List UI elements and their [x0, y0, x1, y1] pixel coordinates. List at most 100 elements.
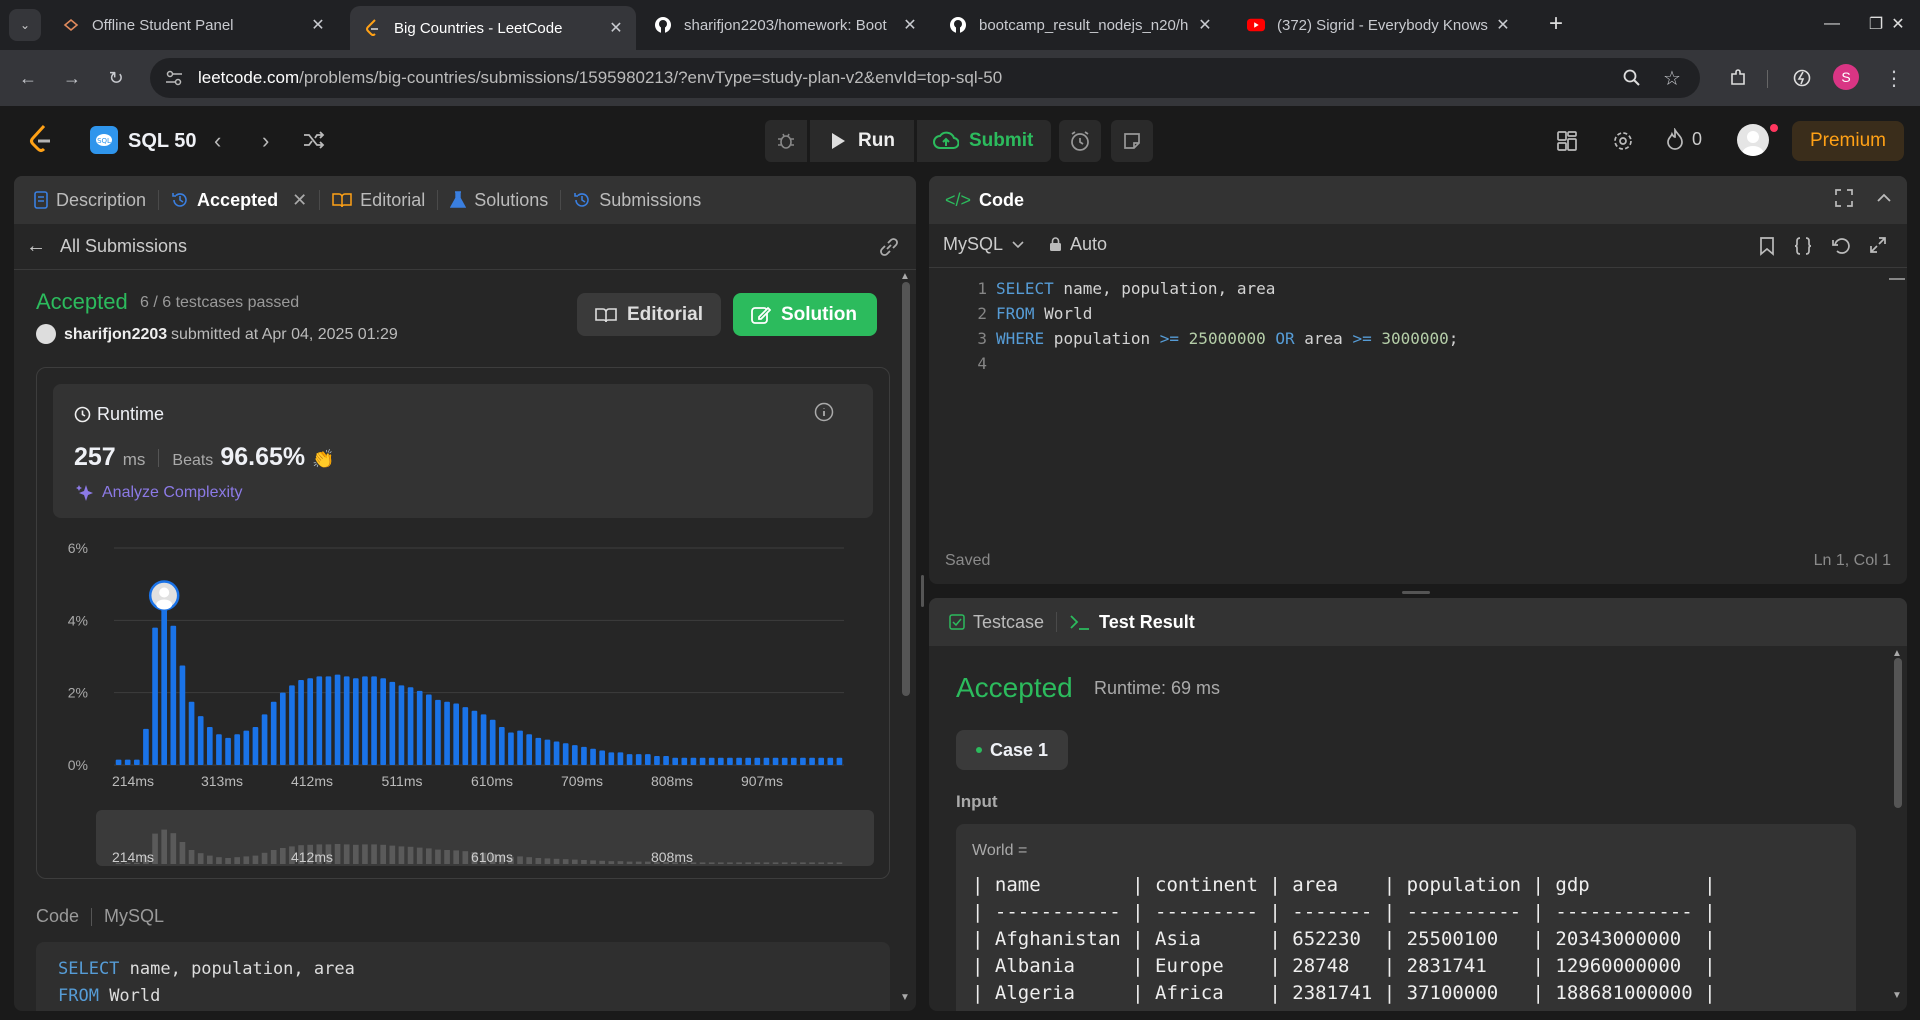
scroll-down-icon[interactable]: ▼: [1892, 990, 1902, 1001]
left-panel-scrollbar[interactable]: [902, 282, 910, 696]
histogram-bar[interactable]: [334, 674, 341, 765]
histogram-bar[interactable]: [143, 728, 149, 765]
histogram-bar[interactable]: [115, 759, 122, 765]
format-braces-icon[interactable]: [1793, 236, 1813, 261]
histogram-bar[interactable]: [809, 757, 815, 765]
bookmark-star-icon[interactable]: ☆: [1658, 64, 1686, 92]
back-arrow-icon[interactable]: ←: [14, 64, 42, 92]
minimap-bar[interactable]: [763, 862, 770, 864]
minimap-bar[interactable]: [188, 850, 195, 864]
result-scrollbar[interactable]: [1894, 658, 1902, 808]
minimap-bar[interactable]: [444, 850, 450, 864]
histogram-bar[interactable]: [206, 727, 213, 765]
close-icon[interactable]: ✕: [900, 15, 920, 35]
histogram-bar[interactable]: [234, 734, 241, 765]
minimap-bar[interactable]: [553, 858, 560, 864]
minimap-bar[interactable]: [279, 848, 286, 864]
histogram-bar[interactable]: [435, 699, 441, 765]
minimap-bar[interactable]: [590, 860, 596, 864]
histogram-bar[interactable]: [389, 681, 396, 765]
zoom-icon[interactable]: [1618, 64, 1646, 92]
user-avatar[interactable]: [1737, 124, 1769, 156]
minimap-bar[interactable]: [708, 862, 715, 864]
histogram-bar[interactable]: [663, 755, 669, 765]
minimap-bar[interactable]: [644, 861, 651, 864]
settings-gear-icon[interactable]: [1612, 130, 1634, 157]
minimap-bar[interactable]: [161, 829, 168, 864]
histogram-bar[interactable]: [398, 685, 405, 765]
scroll-up-icon[interactable]: ▲: [1892, 648, 1902, 659]
histogram-bar[interactable]: [489, 719, 496, 765]
minimap-bar[interactable]: [635, 861, 642, 864]
histogram-bar[interactable]: [617, 752, 624, 765]
histogram-bar[interactable]: [562, 743, 569, 765]
histogram-bar[interactable]: [772, 757, 779, 765]
minimap-bar[interactable]: [179, 842, 186, 864]
histogram-bar[interactable]: [590, 748, 596, 765]
histogram-bar[interactable]: [170, 625, 177, 765]
minimap-bar[interactable]: [261, 852, 268, 864]
minimap-bar[interactable]: [745, 862, 752, 864]
minimize-icon[interactable]: —: [1812, 10, 1852, 38]
minimap-bar[interactable]: [206, 855, 213, 864]
histogram-bar[interactable]: [352, 678, 359, 765]
notes-icon[interactable]: [1111, 120, 1153, 162]
histogram-bar[interactable]: [252, 727, 259, 765]
browser-tab[interactable]: sharifjon2203/homework: Boot ✕: [640, 8, 930, 42]
streak-counter[interactable]: 0: [1666, 128, 1702, 150]
minimap-bar[interactable]: [781, 862, 788, 864]
case-1-tab[interactable]: Case 1: [956, 730, 1069, 770]
debug-bug-icon[interactable]: [765, 120, 807, 162]
browser-tab-active[interactable]: Big Countries - LeetCode ✕: [350, 6, 636, 50]
histogram-bar[interactable]: [197, 716, 204, 765]
minimap-bar[interactable]: [425, 848, 432, 864]
expand-icon[interactable]: [1869, 236, 1887, 261]
histogram-bar[interactable]: [608, 752, 615, 765]
minimap-bar[interactable]: [453, 850, 460, 864]
histogram-bar[interactable]: [754, 757, 761, 765]
histogram-bar[interactable]: [307, 678, 314, 765]
minimap-bar[interactable]: [389, 845, 396, 864]
study-plan-title[interactable]: SQL 50: [128, 130, 197, 153]
minimap-bar[interactable]: [571, 859, 578, 864]
histogram-bar[interactable]: [690, 757, 697, 765]
minimap-bar[interactable]: [398, 846, 405, 864]
histogram-bar[interactable]: [179, 665, 186, 765]
histogram-bar[interactable]: [261, 714, 268, 765]
minimap-bar[interactable]: [626, 861, 633, 864]
close-icon[interactable]: ✕: [1493, 15, 1513, 35]
histogram-bar[interactable]: [471, 710, 478, 765]
histogram-bar[interactable]: [708, 757, 715, 765]
histogram-bar[interactable]: [325, 676, 332, 765]
scroll-up-icon[interactable]: ▲: [900, 271, 910, 282]
timer-alarm-icon[interactable]: [1059, 120, 1101, 162]
histogram-bar[interactable]: [243, 730, 250, 765]
histogram-bar[interactable]: [444, 701, 450, 765]
histogram-bar[interactable]: [124, 759, 131, 765]
minimap-bar[interactable]: [170, 833, 177, 864]
minimap-bar[interactable]: [717, 862, 724, 864]
minimap-bar[interactable]: [836, 862, 843, 864]
histogram-bar[interactable]: [553, 741, 560, 765]
histogram-bar[interactable]: [599, 750, 606, 765]
reload-icon[interactable]: ↻: [102, 64, 130, 92]
histogram-bar[interactable]: [152, 627, 158, 765]
histogram-bar[interactable]: [216, 734, 222, 765]
histogram-bar[interactable]: [836, 757, 843, 765]
minimap-bar[interactable]: [599, 860, 606, 864]
minimap-bar[interactable]: [790, 862, 797, 864]
histogram-bar[interactable]: [571, 745, 578, 765]
histogram-bar[interactable]: [790, 757, 797, 765]
maximize-icon[interactable]: [1835, 188, 1853, 212]
language-select[interactable]: MySQL: [943, 234, 1025, 255]
submitted-code-block[interactable]: SELECT name, population, area FROM World: [36, 942, 890, 1011]
histogram-bar[interactable]: [380, 678, 387, 765]
window-close-icon[interactable]: ✕: [1880, 10, 1916, 38]
site-info-icon[interactable]: [150, 70, 198, 86]
histogram-bar[interactable]: [270, 701, 277, 765]
prev-problem-chevron-icon[interactable]: ‹: [214, 128, 221, 154]
histogram-bar[interactable]: [508, 732, 514, 765]
histogram-bar[interactable]: [763, 757, 770, 765]
minimap-bar[interactable]: [699, 862, 706, 864]
minimap-bar[interactable]: [772, 862, 779, 864]
